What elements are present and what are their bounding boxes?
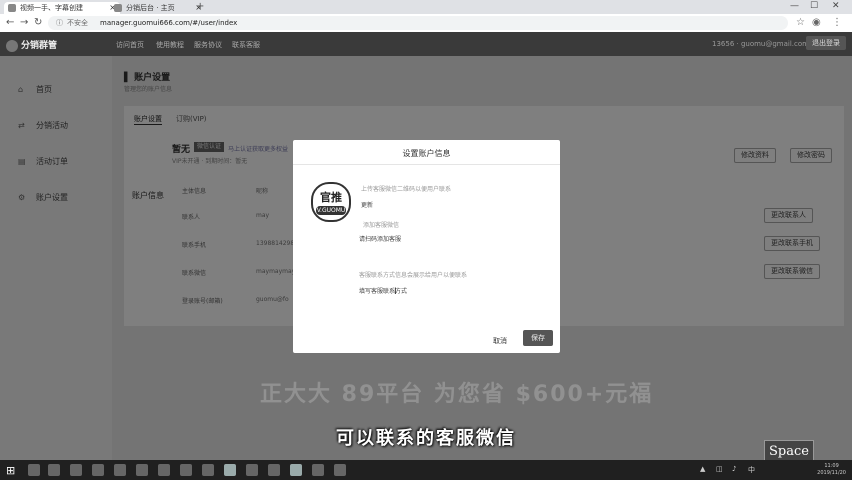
clock-date: 2019/11/20 bbox=[817, 470, 846, 476]
nav-agreement[interactable]: 服务协议 bbox=[194, 40, 222, 50]
nav-contact[interactable]: 联系客服 bbox=[232, 40, 260, 50]
player-icon[interactable] bbox=[224, 464, 236, 476]
star-icon[interactable]: ☆ bbox=[796, 17, 805, 28]
nav-home[interactable]: 访问首页 bbox=[116, 40, 144, 50]
update-link[interactable]: 更新 bbox=[361, 200, 373, 209]
tab-title: 视频一手、字幕创建 bbox=[20, 4, 83, 12]
input-lang[interactable]: 中 bbox=[748, 465, 755, 475]
modal-title: 设置账户信息 bbox=[402, 149, 451, 158]
taskbar-app-icon[interactable] bbox=[114, 464, 126, 476]
url-bar[interactable]: ⓘ 不安全 manager.guomui666.com/#/user/index bbox=[48, 16, 788, 30]
info-icon[interactable]: ⓘ bbox=[56, 19, 63, 27]
os-taskbar: ⊞ ▲ ◫ ♪ 中 11:09 2019/11/20 bbox=[0, 460, 852, 480]
cancel-button[interactable]: 取消 bbox=[493, 336, 507, 346]
windows-start-icon[interactable]: ⊞ bbox=[6, 464, 15, 477]
user-info: 13656 · guomu@gmail.com bbox=[712, 40, 809, 48]
taskbar-app-icon[interactable] bbox=[202, 464, 214, 476]
taskbar-app-icon[interactable] bbox=[158, 464, 170, 476]
tray-up-icon[interactable]: ▲ bbox=[700, 465, 705, 473]
chrome-icon[interactable] bbox=[290, 464, 302, 476]
taskbar-app-icon[interactable] bbox=[136, 464, 148, 476]
app-header: 分销群管 访问首页 使用教程 服务协议 联系客服 13656 · guomu@g… bbox=[0, 32, 852, 56]
contact-hint: 客服联系方式信息会展示给用户以便联系 bbox=[359, 272, 468, 279]
tab-favicon-icon bbox=[8, 4, 16, 12]
wechat-input[interactable]: 请扫码添加客服 bbox=[359, 234, 401, 243]
task-view-icon[interactable] bbox=[48, 464, 60, 476]
address-toolbar: ← → ↻ ⓘ 不安全 manager.guomui666.com/#/user/i… bbox=[0, 14, 852, 33]
avatar[interactable]: 官推 V.GUOMU bbox=[311, 182, 351, 222]
close-window-button[interactable]: ✕ bbox=[832, 1, 840, 11]
avatar-text: 官推 bbox=[320, 191, 342, 204]
logo-icon bbox=[6, 39, 18, 52]
mail-icon[interactable] bbox=[180, 464, 192, 476]
new-tab-button[interactable]: + bbox=[196, 1, 204, 12]
app-logo[interactable]: 分销群管 bbox=[6, 38, 57, 52]
search-icon[interactable] bbox=[28, 464, 40, 476]
forward-arrow-icon[interactable]: → bbox=[20, 17, 28, 28]
divider bbox=[293, 164, 560, 165]
video-subtitle: 可以联系的客服微信 bbox=[336, 428, 516, 449]
account-info-modal: 设置账户信息 官推 V.GUOMU 上传客服微信二维码以便用户联系 更新 添加客… bbox=[293, 140, 560, 353]
save-button[interactable]: 保存 bbox=[523, 330, 553, 346]
system-clock[interactable]: 11:09 2019/11/20 bbox=[817, 463, 846, 477]
contact-input[interactable]: 填写客服联系方式 bbox=[359, 286, 407, 295]
clock-time: 11:09 bbox=[824, 463, 839, 469]
minimize-button[interactable]: — bbox=[790, 1, 799, 11]
reload-icon[interactable]: ↻ bbox=[34, 17, 42, 28]
network-icon[interactable]: ◫ bbox=[716, 465, 723, 473]
taskbar-app-icon[interactable] bbox=[268, 464, 280, 476]
upload-hint: 上传客服微信二维码以便用户联系 bbox=[361, 186, 452, 193]
logout-button[interactable]: 退出登录 bbox=[806, 36, 846, 50]
promo-banner: 正大大 89平台 为您省 $600+元福 bbox=[260, 382, 654, 407]
browser-tab-strip: 视频一手、字幕创建 × 分销后台 · 主页 × + — ☐ ✕ bbox=[0, 0, 852, 14]
avatar-caption: V.GUOMU bbox=[316, 206, 346, 215]
text-cursor-icon: I bbox=[394, 287, 397, 297]
volume-icon[interactable]: ♪ bbox=[732, 465, 736, 473]
taskbar-app-icon[interactable] bbox=[246, 464, 258, 476]
tab-favicon-icon bbox=[114, 4, 122, 12]
tab-title: 分销后台 · 主页 bbox=[126, 4, 175, 12]
taskbar-app-icon[interactable] bbox=[312, 464, 324, 476]
browser-tab-2[interactable]: 分销后台 · 主页 × bbox=[110, 2, 206, 14]
account-icon[interactable]: ◉ bbox=[812, 17, 821, 28]
security-label: 不安全 bbox=[67, 19, 88, 27]
nav-tutorial[interactable]: 使用教程 bbox=[156, 40, 184, 50]
maximize-button[interactable]: ☐ bbox=[810, 1, 818, 11]
taskbar-app-icon[interactable] bbox=[92, 464, 104, 476]
wechat-label: 添加客服微信 bbox=[363, 222, 400, 229]
url-text: manager.guomui666.com/#/user/index bbox=[100, 19, 238, 27]
back-arrow-icon[interactable]: ← bbox=[6, 17, 14, 28]
taskbar-app-icon[interactable] bbox=[70, 464, 82, 476]
menu-icon[interactable]: ⋮ bbox=[832, 17, 842, 28]
taskbar-app-icon[interactable] bbox=[334, 464, 346, 476]
browser-tab-1[interactable]: 视频一手、字幕创建 × bbox=[4, 2, 120, 14]
logo-text: 分销群管 bbox=[21, 41, 58, 51]
